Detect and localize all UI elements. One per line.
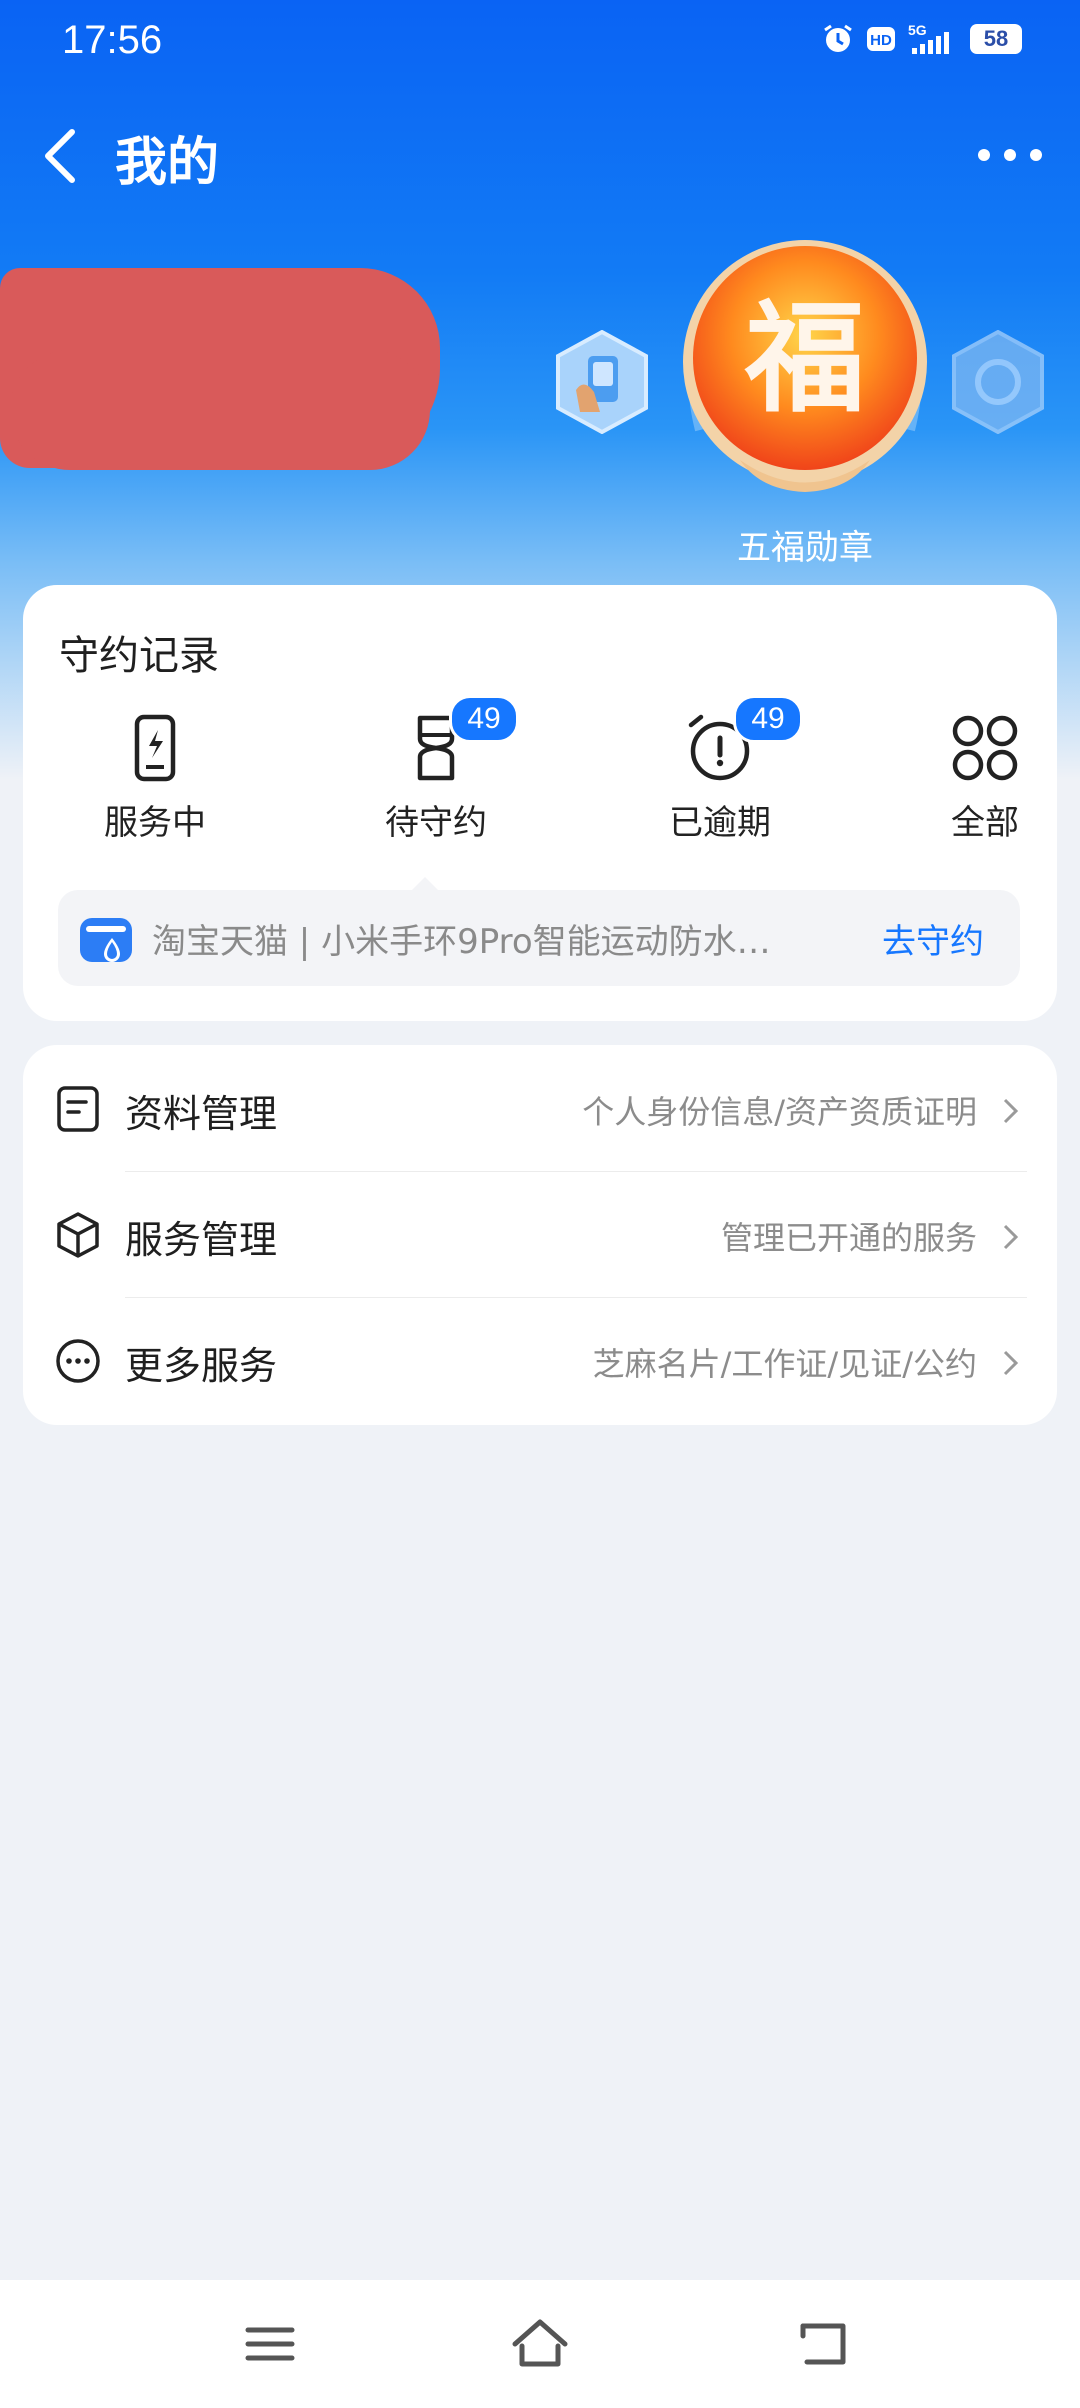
card-medal-icon[interactable] [554, 330, 650, 434]
more-options-button[interactable] [970, 130, 1050, 180]
tab-pointer [411, 877, 439, 891]
records-card: 守约记录 服务中 49 待守约 49 已逾期 全部 淘宝天猫 | 小米手环9Pr… [23, 585, 1057, 1021]
top-bar: 我的 [0, 110, 1080, 200]
locked-medal-icon[interactable] [950, 330, 1046, 434]
menu-row-more-services[interactable]: 更多服务 芝麻名片/工作证/见证/公约 [23, 1297, 1057, 1423]
menu-lines-icon[interactable] [240, 2316, 300, 2372]
menu-row-desc: 个人身份信息/资产资质证明 [582, 1093, 977, 1131]
svg-text:HD: HD [870, 32, 892, 49]
record-label: 待守约 [385, 803, 487, 843]
fu-medal-icon[interactable]: 福 [670, 230, 940, 520]
menu-row-title: 更多服务 [125, 1344, 278, 1388]
document-icon [57, 1086, 99, 1132]
promise-bar[interactable]: 淘宝天猫 | 小米手环9Pro智能运动防水… 去守约 [58, 890, 1020, 986]
records-title: 守约记录 [59, 633, 219, 679]
back-nav-icon[interactable] [795, 2316, 855, 2372]
taobao-shop-icon [80, 918, 132, 962]
page-title: 我的 [115, 133, 220, 193]
more-dots-icon [978, 149, 1042, 161]
status-bar: 17:56 HD 5G 58 [0, 0, 1080, 90]
record-all[interactable]: 全部 [885, 713, 1080, 843]
menu-row-title: 资料管理 [125, 1092, 278, 1136]
overdue-badge: 49 [733, 695, 803, 743]
phone-lightning-icon [134, 714, 176, 782]
medal-area[interactable]: 福 五福勋章 [540, 230, 1080, 570]
menu-row-desc: 芝麻名片/工作证/见证/公约 [592, 1345, 977, 1383]
svg-text:福: 福 [744, 288, 865, 429]
record-overdue[interactable]: 49 已逾期 [620, 695, 820, 843]
promise-text: 淘宝天猫 | 小米手环9Pro智能运动防水… [152, 922, 771, 962]
record-label: 服务中 [104, 803, 206, 843]
back-button[interactable] [32, 124, 96, 188]
record-label: 全部 [951, 803, 1019, 843]
record-pending[interactable]: 49 待守约 [336, 695, 536, 843]
battery-icon: 58 [970, 24, 1022, 54]
chevron-right-icon [1003, 1098, 1019, 1124]
medal-label: 五福勋章 [737, 528, 873, 568]
chevron-right-icon [1003, 1224, 1019, 1250]
menu-row-desc: 管理已开通的服务 [720, 1219, 977, 1257]
menu-row-profile-data[interactable]: 资料管理 个人身份信息/资产资质证明 [23, 1045, 1057, 1171]
svg-text:5G: 5G [908, 22, 927, 38]
more-circle-icon [56, 1339, 100, 1383]
back-arrow-icon [45, 129, 75, 183]
alarm-icon [822, 23, 854, 55]
grid-icon [952, 715, 1018, 781]
redacted-profile-info-extra [10, 350, 430, 470]
5g-signal-icon: 5G [908, 22, 958, 56]
system-nav-bar [0, 2280, 1080, 2408]
cube-icon [57, 1212, 99, 1258]
menu-card: 资料管理 个人身份信息/资产资质证明 服务管理 管理已开通的服务 更多服务 芝麻… [23, 1045, 1057, 1425]
home-icon[interactable] [510, 2316, 570, 2372]
hd-icon: HD [866, 24, 896, 54]
menu-row-title: 服务管理 [125, 1218, 278, 1262]
record-label: 已逾期 [669, 803, 771, 843]
pending-badge: 49 [449, 695, 519, 743]
menu-row-service-management[interactable]: 服务管理 管理已开通的服务 [23, 1171, 1057, 1297]
status-time: 17:56 [62, 18, 163, 62]
go-promise-button[interactable]: 去守约 [882, 914, 984, 963]
chevron-right-icon [1003, 1350, 1019, 1376]
record-in-service[interactable]: 服务中 [55, 713, 255, 843]
